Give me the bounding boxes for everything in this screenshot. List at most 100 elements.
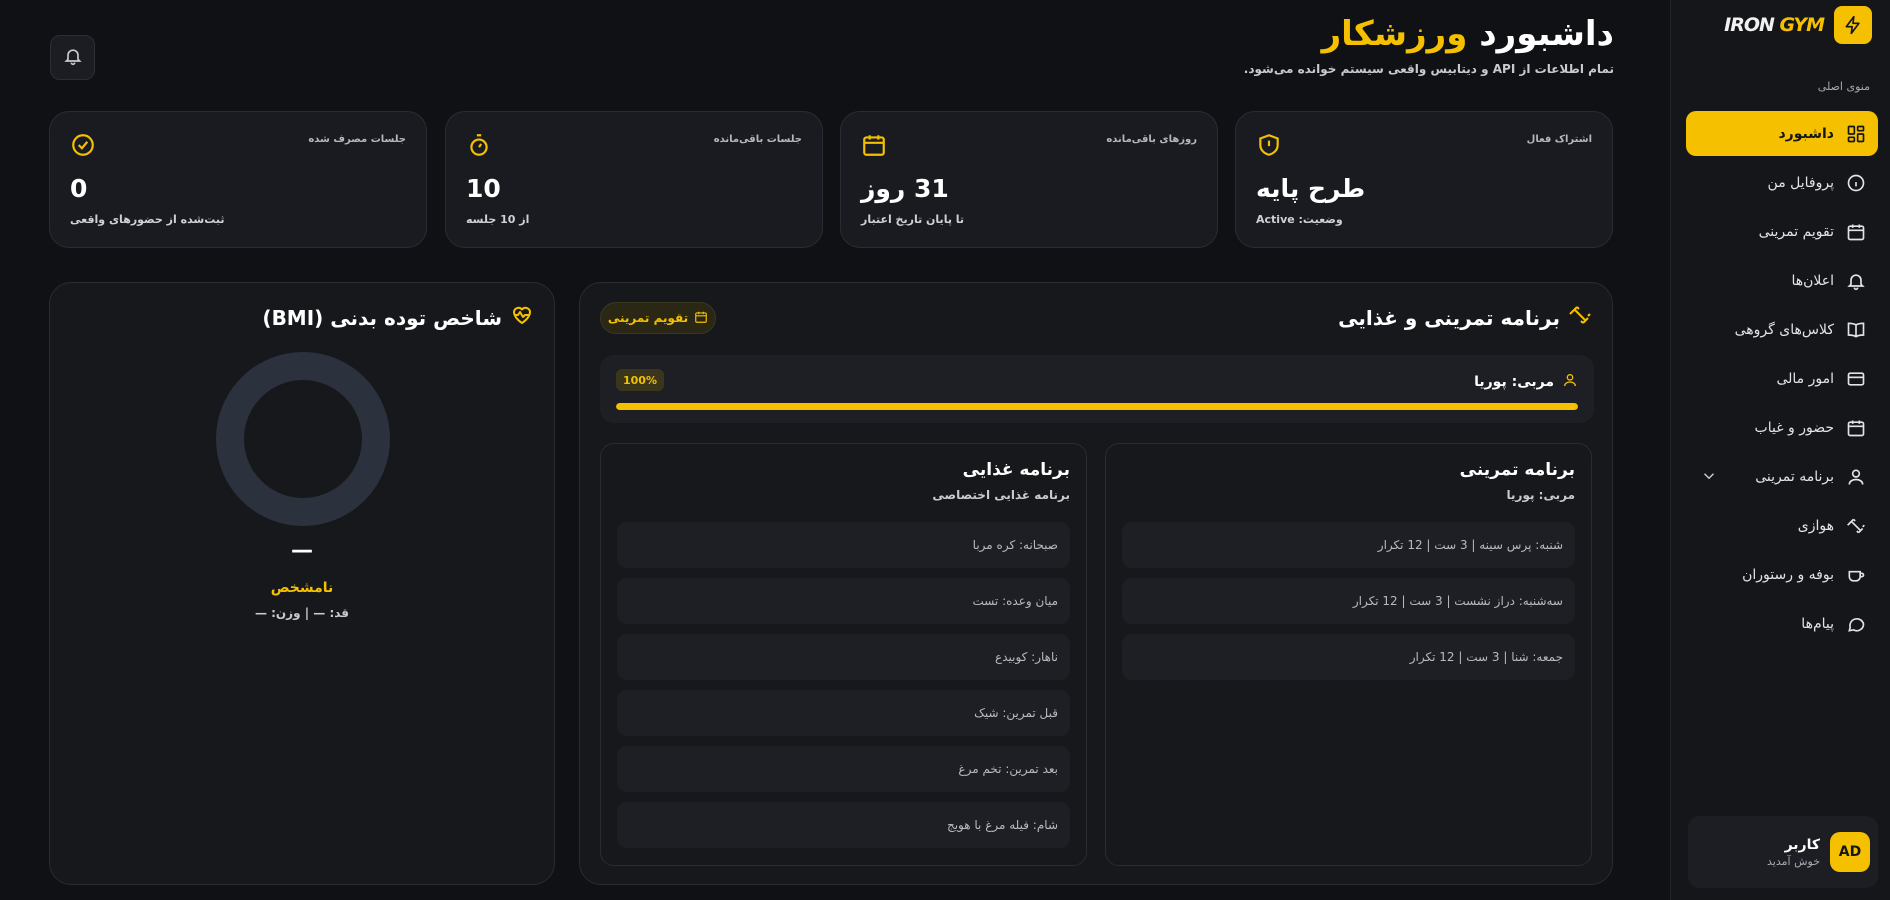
heart-pulse-icon bbox=[510, 303, 534, 332]
sidebar-item-label: حضور و غیاب bbox=[1754, 419, 1834, 436]
diet-subtitle: برنامه غذایی اختصاصی bbox=[932, 488, 1070, 502]
progress-percent-badge: 100% bbox=[616, 369, 664, 391]
stat-label: روزهای باقی‌مانده bbox=[1106, 134, 1197, 145]
sidebar-item-label: پیام‌ها bbox=[1801, 615, 1834, 632]
calendar-icon bbox=[861, 132, 887, 158]
stat-card-sessions-used: جلسات مصرف شده 0 ثبت‌شده از حضورهای واقع… bbox=[49, 111, 427, 248]
sidebar-item-buffet[interactable]: بوفه و رستوران bbox=[1686, 552, 1878, 597]
bmi-value: — bbox=[291, 538, 313, 563]
sidebar-item-profile[interactable]: پروفایل من bbox=[1686, 160, 1878, 205]
workout-title: برنامه تمرینی bbox=[1459, 460, 1575, 480]
sidebar-item-label: بوفه و رستوران bbox=[1742, 566, 1834, 583]
sidebar-item-dashboard[interactable]: داشبورد bbox=[1686, 111, 1878, 156]
message-icon bbox=[1846, 614, 1866, 634]
sidebar-menu: داشبورد پروفایل من تقویم تمرینی اعلان‌ها… bbox=[1686, 111, 1878, 650]
stat-foot: از 10 جلسه bbox=[466, 213, 530, 226]
list-item: جمعه: شنا | 3 ست | 12 تکرار bbox=[1122, 634, 1575, 680]
credit-card-icon bbox=[1846, 369, 1866, 389]
sidebar-item-label: پروفایل من bbox=[1767, 174, 1834, 191]
coach-progress: مربی: پوریا 100% bbox=[600, 355, 1594, 423]
bmi-gauge bbox=[216, 352, 390, 526]
notifications-button[interactable] bbox=[50, 35, 95, 80]
program-title: برنامه تمرینی و غذایی bbox=[1338, 303, 1592, 332]
list-item: صبحانه: کره مربا bbox=[617, 522, 1070, 568]
dumbbell-icon bbox=[1568, 303, 1592, 332]
diet-card: برنامه غذایی برنامه غذایی اختصاصی صبحانه… bbox=[600, 443, 1087, 866]
sidebar-item-label: اعلان‌ها bbox=[1791, 272, 1834, 289]
stat-foot: تا پایان تاریخ اعتبار bbox=[861, 213, 965, 226]
list-item: قبل تمرین: شیک bbox=[617, 690, 1070, 736]
book-icon bbox=[1846, 320, 1866, 340]
list-item: بعد تمرین: تخم مرغ bbox=[617, 746, 1070, 792]
user-card[interactable]: AD کاربر خوش آمدید bbox=[1688, 816, 1878, 888]
stat-card-days-left: روزهای باقی‌مانده 31 روز تا پایان تاریخ … bbox=[840, 111, 1218, 248]
sidebar: IRON GYM منوی اصلی داشبورد پروفایل من تق… bbox=[1670, 0, 1890, 900]
stat-value: 10 bbox=[466, 174, 501, 203]
progress-bar bbox=[616, 403, 1578, 410]
sidebar-item-label: برنامه تمرینی bbox=[1755, 468, 1834, 485]
bell-icon bbox=[1846, 271, 1866, 291]
dashboard-grid-icon bbox=[1846, 124, 1866, 144]
calendar-button[interactable]: تقویم تمرینی bbox=[600, 302, 716, 334]
stat-card-sessions-left: جلسات باقی‌مانده 10 از 10 جلسه bbox=[445, 111, 823, 248]
user-greeting: خوش آمدید bbox=[1767, 854, 1820, 868]
sidebar-item-notifications[interactable]: اعلان‌ها bbox=[1686, 258, 1878, 303]
sidebar-item-label: امور مالی bbox=[1776, 370, 1834, 387]
sidebar-item-label: تقویم تمرینی bbox=[1758, 223, 1834, 240]
user-icon bbox=[1562, 372, 1578, 392]
check-circle-icon bbox=[70, 132, 96, 158]
workout-subtitle: مربی: پوریا bbox=[1506, 488, 1575, 502]
stat-label: جلسات مصرف شده bbox=[308, 134, 406, 145]
bmi-title: شاخص توده بدنی (BMI) bbox=[262, 303, 534, 332]
stat-foot: ثبت‌شده از حضورهای واقعی bbox=[70, 213, 225, 226]
page-title: داشبورد ورزشکار bbox=[1321, 14, 1614, 54]
list-item: میان وعده: تست bbox=[617, 578, 1070, 624]
sidebar-item-label: داشبورد bbox=[1778, 125, 1835, 142]
menu-title: منوی اصلی bbox=[1817, 80, 1870, 93]
stat-label: اشتراک فعال bbox=[1526, 134, 1592, 145]
coach-label: مربی: پوریا bbox=[1474, 372, 1578, 392]
avatar: AD bbox=[1830, 832, 1870, 872]
sidebar-item-finance[interactable]: امور مالی bbox=[1686, 356, 1878, 401]
calendar-icon bbox=[694, 310, 708, 327]
shield-alert-icon bbox=[1256, 132, 1282, 158]
list-item: ناهار: کوبیدع bbox=[617, 634, 1070, 680]
sidebar-item-cardio[interactable]: هوازی bbox=[1686, 503, 1878, 548]
timer-icon bbox=[466, 132, 492, 158]
list-item: شام: فیله مرغ با هویج bbox=[617, 802, 1070, 848]
page-subtitle: تمام اطلاعات از API و دیتابیس واقعی سیست… bbox=[1243, 62, 1614, 76]
sidebar-item-messages[interactable]: پیام‌ها bbox=[1686, 601, 1878, 646]
progress-fill bbox=[616, 403, 1578, 410]
user-name: کاربر bbox=[1784, 836, 1820, 853]
program-panel: برنامه تمرینی و غذایی تقویم تمرینی مربی:… bbox=[579, 282, 1613, 885]
calendar-icon bbox=[1846, 418, 1866, 438]
bell-icon bbox=[63, 46, 83, 70]
user-icon bbox=[1846, 467, 1866, 487]
brand-name: IRON GYM bbox=[1724, 14, 1825, 36]
stat-value: 0 bbox=[70, 174, 88, 203]
info-icon bbox=[1846, 173, 1866, 193]
stat-card-subscription: اشتراک فعال طرح پایه وضعیت: Active bbox=[1235, 111, 1613, 248]
stat-value: 31 روز bbox=[861, 174, 949, 203]
lightning-icon bbox=[1834, 6, 1872, 44]
sidebar-item-calendar[interactable]: تقویم تمرینی bbox=[1686, 209, 1878, 254]
calendar-icon bbox=[1846, 222, 1866, 242]
chevron-down-icon[interactable] bbox=[1700, 467, 1718, 485]
cup-icon bbox=[1846, 565, 1866, 585]
workout-card: برنامه تمرینی مربی: پوریا شنبه: پرس سینه… bbox=[1105, 443, 1592, 866]
bmi-info: قد: — | وزن: — bbox=[254, 606, 350, 620]
dumbbell-icon bbox=[1846, 516, 1866, 536]
stat-label: جلسات باقی‌مانده bbox=[713, 134, 802, 145]
stat-value: طرح پایه bbox=[1256, 174, 1366, 203]
bmi-status: نامشخص bbox=[270, 580, 334, 596]
diet-title: برنامه غذایی bbox=[962, 460, 1070, 480]
list-item: سه‌شنبه: دراز نشست | 3 ست | 12 تکرار bbox=[1122, 578, 1575, 624]
stat-foot: وضعیت: Active bbox=[1256, 213, 1343, 226]
sidebar-item-label: کلاس‌های گروهی bbox=[1734, 321, 1834, 338]
sidebar-item-label: هوازی bbox=[1797, 517, 1834, 534]
list-item: شنبه: پرس سینه | 3 ست | 12 تکرار bbox=[1122, 522, 1575, 568]
sidebar-item-training-program[interactable]: برنامه تمرینی bbox=[1686, 454, 1878, 499]
sidebar-item-attendance[interactable]: حضور و غیاب bbox=[1686, 405, 1878, 450]
brand[interactable]: IRON GYM bbox=[1724, 6, 1872, 44]
sidebar-item-group-classes[interactable]: کلاس‌های گروهی bbox=[1686, 307, 1878, 352]
